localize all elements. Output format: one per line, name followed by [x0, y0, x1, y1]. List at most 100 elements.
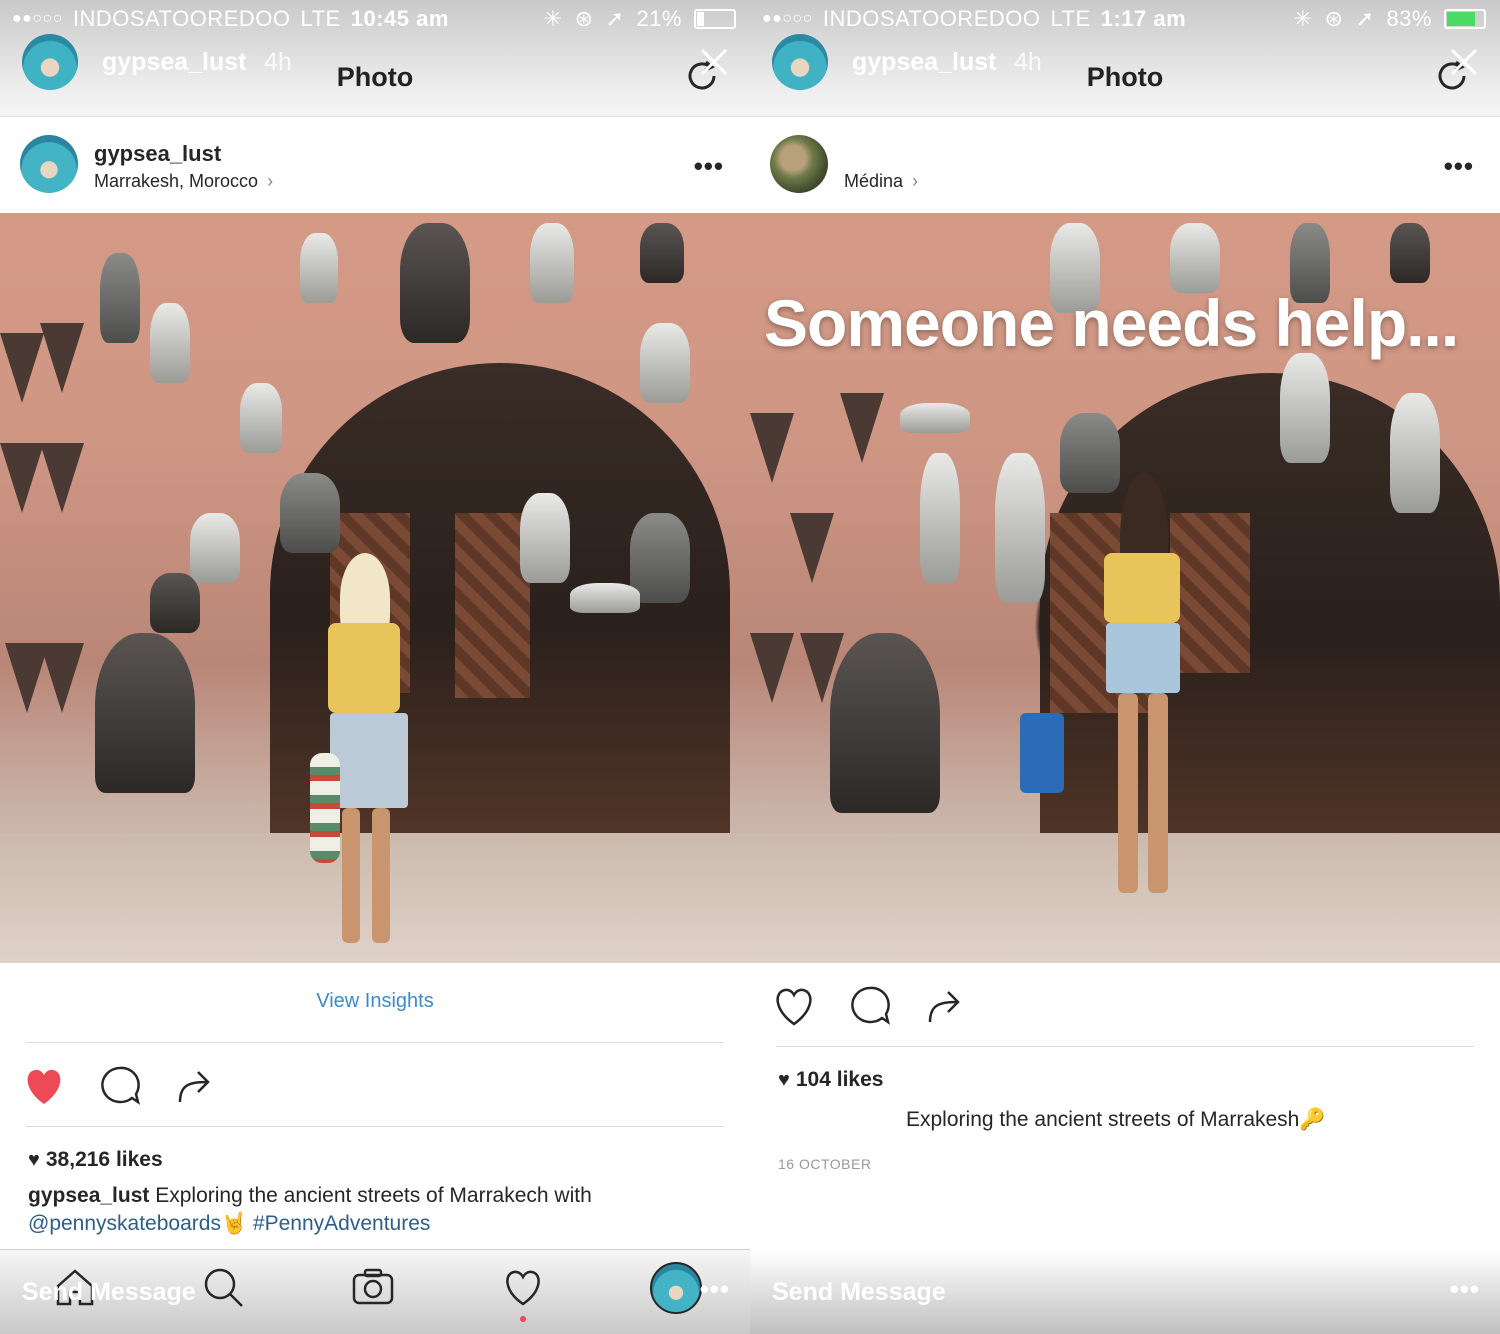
post-username[interactable]: gypsea_lust	[94, 141, 221, 167]
status-bar: ●●○○○ INDOSATOOREDOO LTE 1:17 am ✳ ⊛ ➚ 8…	[750, 0, 1500, 38]
chevron-right-icon: ›	[267, 171, 274, 191]
close-icon[interactable]	[1446, 44, 1482, 80]
comment-icon[interactable]	[96, 1062, 144, 1110]
post-avatar[interactable]	[770, 135, 828, 193]
photo-door	[455, 513, 530, 698]
battery-icon	[694, 9, 736, 29]
photo-lantern	[640, 223, 684, 283]
photo-lantern	[1170, 223, 1220, 293]
share-icon[interactable]	[172, 1062, 220, 1110]
more-icon[interactable]: •••	[1450, 1274, 1480, 1305]
caption-mention[interactable]: @pennyskateboards	[28, 1212, 221, 1235]
more-icon[interactable]: •••	[694, 151, 724, 182]
post-photo[interactable]	[0, 213, 750, 963]
photo-person	[1090, 473, 1200, 913]
heart-icon[interactable]	[20, 1062, 68, 1110]
activity-heart-icon[interactable]	[500, 1264, 546, 1310]
status-time: 1:17 am	[1100, 6, 1187, 31]
photo-lantern	[900, 403, 970, 433]
carrier-name: INDOSATOOREDOO	[72, 6, 291, 31]
battery-fill	[1447, 12, 1476, 26]
close-icon[interactable]	[696, 44, 732, 80]
divider	[26, 1126, 724, 1127]
status-bar: ●●○○○ INDOSATOOREDOO LTE 10:45 am ✳ ⊛ ➚ …	[0, 0, 750, 38]
bottom-bar: Send Message •••	[750, 1250, 1500, 1334]
likes-count[interactable]: ♥ 38,216 likes	[28, 1148, 163, 1172]
battery-icon	[1444, 9, 1486, 29]
photo-wall-lamp	[840, 393, 884, 463]
location-arrow-icon: ➚	[1355, 6, 1375, 31]
caption-text: Exploring the ancient streets of Marrake…	[155, 1184, 592, 1207]
send-message-label[interactable]: Send Message	[22, 1278, 196, 1307]
share-icon[interactable]	[922, 982, 970, 1030]
photo-lantern	[530, 223, 574, 303]
story-left-panel: ●●○○○ INDOSATOOREDOO LTE 10:45 am ✳ ⊛ ➚ …	[0, 0, 750, 1334]
post-actions	[750, 978, 1500, 1038]
photo-lantern	[300, 233, 338, 303]
status-time: 10:45 am	[350, 6, 449, 31]
photo-person	[310, 553, 420, 953]
activity-indicator-dot	[520, 1316, 526, 1322]
photo-lantern	[150, 303, 190, 383]
likes-label: 104 likes	[795, 1068, 884, 1091]
caption-username[interactable]: gypsea_lust	[28, 1184, 149, 1207]
photo-wall-lamp	[40, 323, 84, 393]
network-type: LTE	[1050, 6, 1091, 31]
photo-lantern	[570, 583, 640, 613]
search-icon[interactable]	[200, 1264, 246, 1310]
post-actions	[0, 1058, 750, 1118]
post-avatar[interactable]	[20, 135, 78, 193]
likes-count[interactable]: ♥ 104 likes	[778, 1068, 883, 1092]
view-insights-link[interactable]: View Insights	[0, 990, 750, 1013]
story-right-panel: Someone needs help... ●●○○○ INDOSATOORED…	[750, 0, 1500, 1334]
more-icon[interactable]: •••	[1444, 151, 1474, 182]
post-caption: gypsea_lust Exploring the ancient street…	[28, 1182, 728, 1238]
photo-wall-lamp	[750, 413, 794, 483]
post-location[interactable]: Médina ›	[844, 171, 918, 192]
photo-lantern	[1280, 353, 1330, 463]
story-title: Photo	[1086, 62, 1164, 92]
heart-icon[interactable]	[770, 982, 818, 1030]
comment-icon[interactable]	[846, 982, 894, 1030]
likes-label: 38,216 likes	[45, 1148, 163, 1171]
story-header: ●●○○○ INDOSATOOREDOO LTE 10:45 am ✳ ⊛ ➚ …	[0, 0, 750, 117]
likes-heart-icon: ♥	[778, 1069, 790, 1091]
photo-lantern	[640, 323, 690, 403]
more-icon[interactable]: •••	[700, 1274, 730, 1305]
photo-lantern	[520, 493, 570, 583]
camera-icon[interactable]	[350, 1264, 396, 1310]
story-title: Photo	[336, 62, 414, 92]
post-location-label: Marrakesh, Morocco	[94, 171, 259, 191]
battery-percent: 83%	[1386, 6, 1432, 31]
send-message-input[interactable]: Send Message	[772, 1278, 946, 1307]
post-header: Médina › •••	[750, 117, 1500, 213]
post-date: 16 OCTOBER	[778, 1156, 872, 1172]
post-location-label: Médina	[844, 171, 904, 191]
orientation-lock-icon: ⊛	[574, 6, 594, 31]
caption-text: Exploring the ancient streets of Marrake…	[906, 1108, 1326, 1131]
post-photo[interactable]: Someone needs help...	[750, 213, 1500, 963]
photo-wall-lamp	[0, 443, 44, 513]
profile-tab-avatar[interactable]	[650, 1262, 702, 1314]
photo-lantern	[400, 223, 470, 343]
photo-wall-lamp	[750, 633, 794, 703]
story-overlay-text: Someone needs help...	[764, 286, 1459, 360]
photo-lantern	[1390, 223, 1430, 283]
chevron-right-icon: ›	[912, 171, 919, 191]
orientation-lock-icon: ⊛	[1324, 6, 1344, 31]
network-type: LTE	[300, 6, 341, 31]
caption-hashtag[interactable]: #PennyAdventures	[253, 1212, 430, 1235]
photo-cooler	[1020, 713, 1064, 793]
photo-lantern	[280, 473, 340, 553]
photo-lantern	[190, 513, 240, 583]
photo-lantern	[995, 453, 1045, 603]
divider	[776, 1046, 1474, 1047]
bottom-bar: Send Message •••	[0, 1249, 750, 1334]
photo-lantern	[95, 633, 195, 793]
photo-lantern	[920, 453, 960, 583]
likes-heart-icon: ♥	[28, 1149, 40, 1171]
photo-lantern	[150, 573, 200, 633]
divider	[26, 1042, 724, 1043]
photo-wall-lamp	[0, 333, 44, 403]
post-location[interactable]: Marrakesh, Morocco ›	[94, 171, 273, 192]
